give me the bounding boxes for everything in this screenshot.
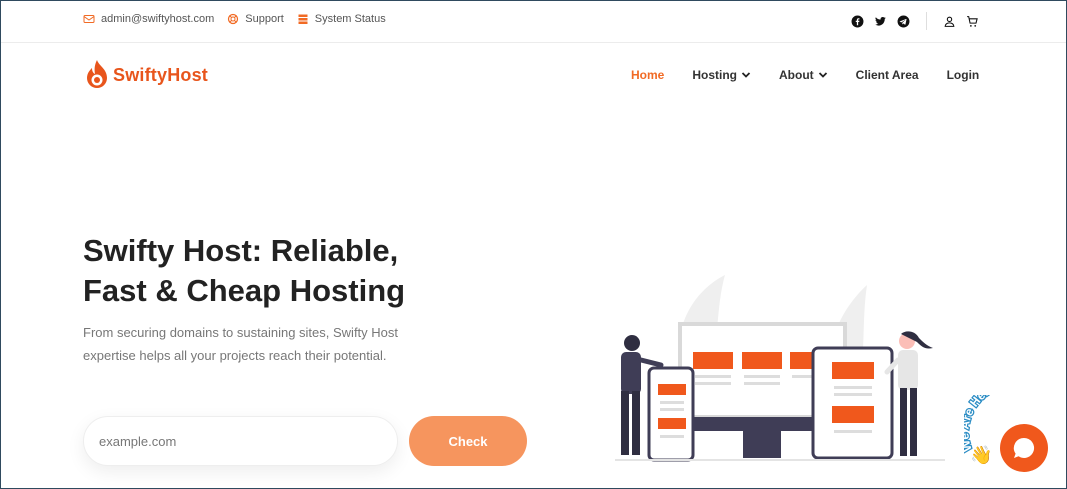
main-nav: Home Hosting About Client Area Login [631,68,979,82]
nav-login[interactable]: Login [947,68,980,82]
domain-search-input[interactable] [83,416,398,466]
cart-icon[interactable] [966,15,979,28]
nav-about[interactable]: About [779,68,828,82]
lifebuoy-icon [228,13,239,25]
hero-title-line-2: Fast & Cheap Hosting [83,272,406,308]
server-icon [298,14,308,24]
check-button[interactable]: Check [409,416,527,466]
hero-description: From securing domains to sustaining site… [83,325,399,363]
top-bar: admin@swiftyhost.com Support System Stat… [0,0,1067,43]
logo-text: SwiftyHost [113,64,209,85]
nav-client-area[interactable]: Client Area [856,68,919,82]
support-link[interactable]: Support [227,13,284,25]
telegram-icon[interactable] [897,15,910,28]
chevron-down-icon [818,72,827,78]
hosting-illustration [615,275,945,462]
twitter-icon[interactable] [874,15,887,28]
nav-label: Hosting [692,68,738,82]
nav-label: Login [946,68,980,82]
topbar-divider [926,12,927,30]
site-logo[interactable]: SwiftyHost [84,59,208,91]
nav-label: Client Area [855,68,919,82]
live-chat-button[interactable] [1000,424,1048,472]
email-text: admin@swiftyhost.com [101,13,215,25]
nav-label: About [779,68,814,82]
nav-home[interactable]: Home [631,68,664,82]
chat-bubble-icon [1013,437,1035,458]
wave-hand-icon: 👋 [970,445,992,466]
chevron-down-icon [741,72,751,78]
topbar-right [851,12,979,30]
contact-links: admin@swiftyhost.com Support System Stat… [83,13,386,25]
mail-icon [83,15,95,23]
user-icon[interactable] [943,15,956,28]
hero-title-line-1: Swifty Host: Reliable, [83,233,399,268]
system-status-text: System Status [314,13,386,25]
hero-title: Swifty Host: Reliable, Fast & Cheap Host… [83,231,463,310]
nav-label: Home [631,68,665,82]
system-status-link[interactable]: System Status [297,13,386,25]
support-text: Support [245,13,284,25]
flame-logo-icon [87,60,107,88]
nav-hosting[interactable]: Hosting [692,68,751,82]
facebook-icon[interactable] [851,15,864,28]
email-link[interactable]: admin@swiftyhost.com [83,13,214,25]
